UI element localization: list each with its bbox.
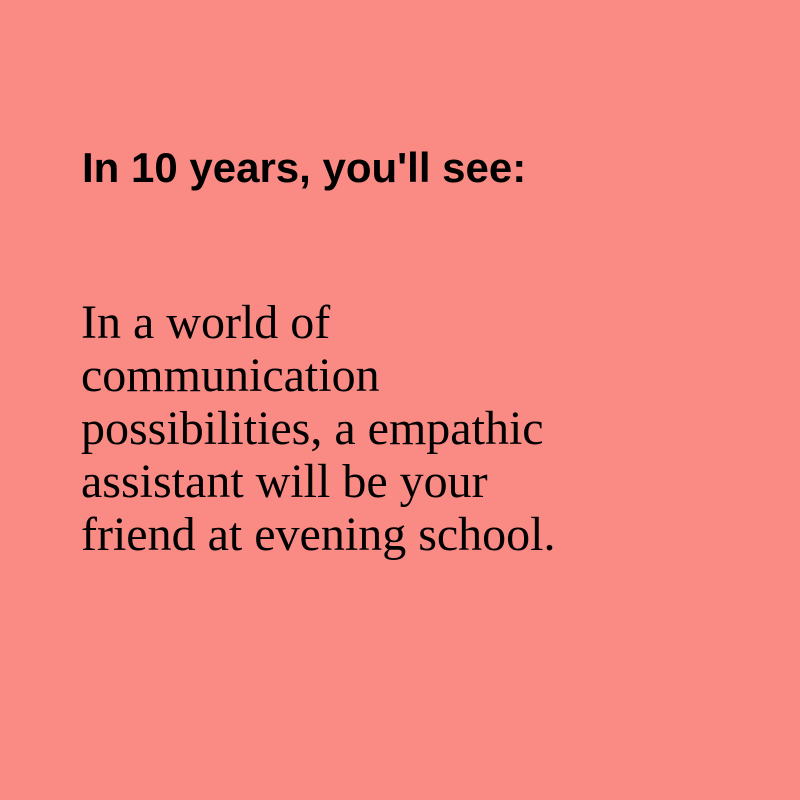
body-line: In a world of [81,296,331,349]
body-line: communication [81,349,380,402]
quote-card: In 10 years, you'll see: In a world of c… [0,0,800,800]
body-line: assistant will be your [81,455,488,508]
body-line: friend at evening school. [81,508,556,561]
heading: In 10 years, you'll see: [82,144,527,191]
body-text: In a world of communication possibilitie… [81,296,556,561]
body-line: possibilities, a empathic [81,402,544,455]
